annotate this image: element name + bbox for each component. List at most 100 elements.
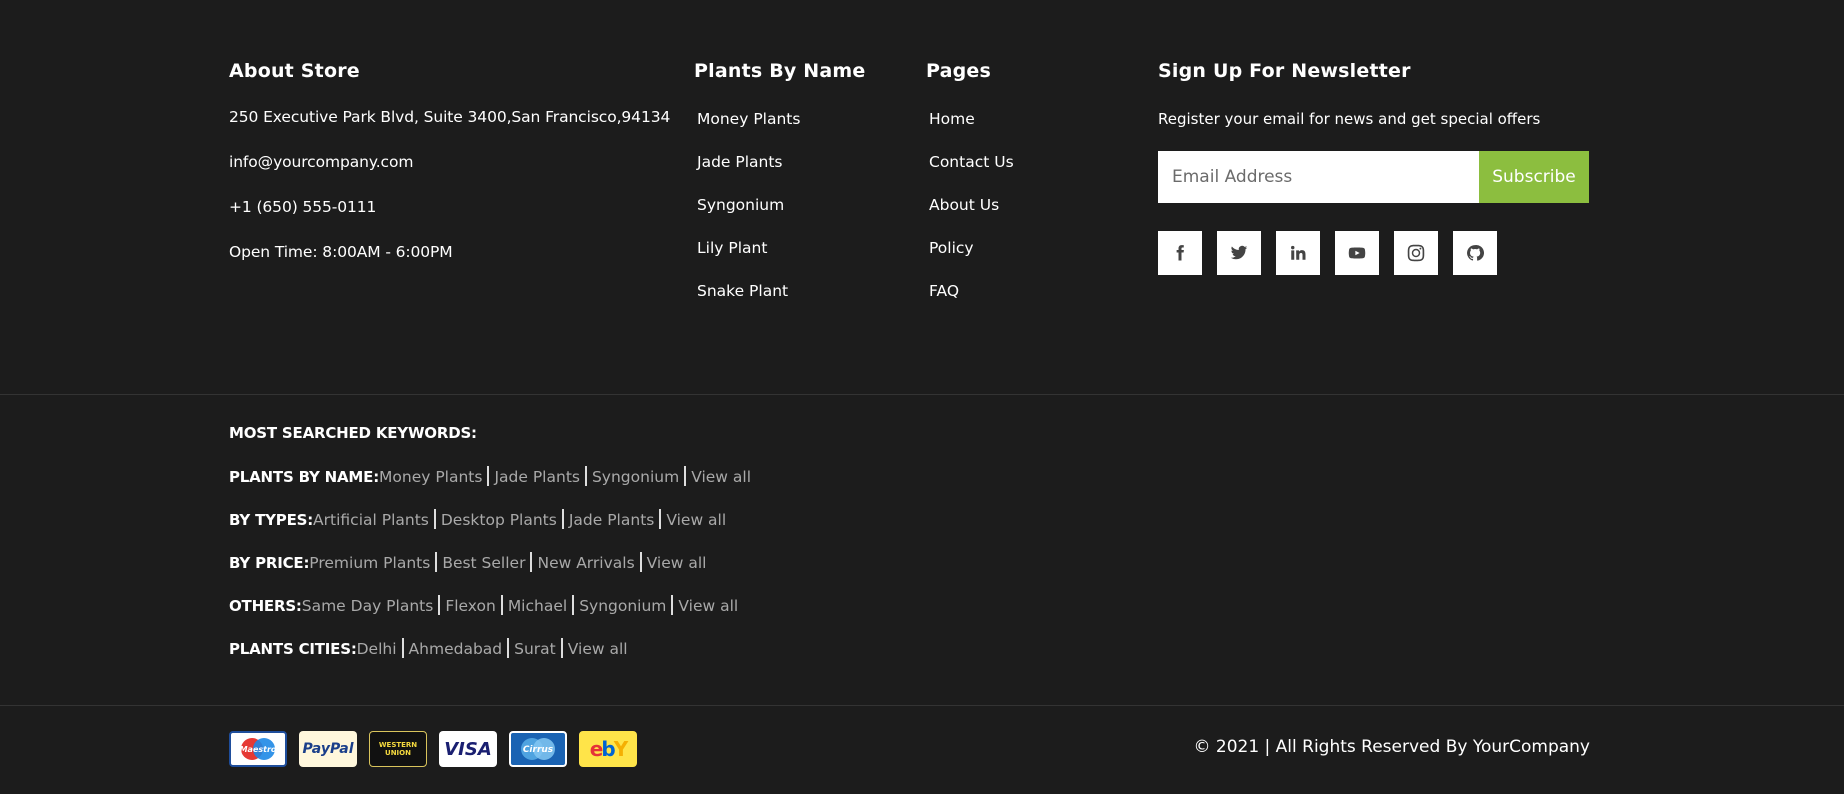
keyword-row-plants-cities: PLANTS CITIES:Delhi Ahmedabad Surat View al… (229, 638, 628, 658)
page-link-about-us[interactable]: About Us (929, 196, 999, 214)
newsletter-description: Register your email for news and get spe… (1158, 110, 1541, 128)
plant-link-snake-plant[interactable]: Snake Plant (697, 282, 788, 300)
separator (684, 466, 687, 486)
keyword-link[interactable]: Best Seller (442, 554, 525, 572)
page-link-faq[interactable]: FAQ (929, 282, 959, 300)
keyword-row-by-types: BY TYPES:Artificial Plants Desktop Plants… (229, 509, 726, 529)
separator (507, 638, 510, 658)
store-email: info@yourcompany.com (229, 153, 414, 171)
keyword-link[interactable]: Delhi (357, 640, 397, 658)
page-link-policy[interactable]: Policy (929, 239, 974, 257)
separator (487, 466, 490, 486)
keyword-row-label: PLANTS CITIES: (229, 640, 357, 658)
keyword-link[interactable]: Jade Plants (569, 511, 655, 529)
newsletter-section: Sign Up For Newsletter Register your ema… (1158, 60, 1589, 275)
plant-link-jade-plants[interactable]: Jade Plants (697, 153, 783, 171)
keyword-link[interactable]: Ahmedabad (409, 640, 503, 658)
instagram-icon (1407, 244, 1425, 262)
keyword-link[interactable]: Surat (514, 640, 556, 658)
youtube-link[interactable] (1335, 231, 1379, 275)
twitter-icon (1230, 245, 1248, 260)
plant-link-syngonium[interactable]: Syngonium (697, 196, 784, 214)
keyword-link[interactable]: New Arrivals (537, 554, 634, 572)
separator (433, 509, 436, 529)
keyword-link[interactable]: Syngonium (592, 468, 679, 486)
keyword-link[interactable]: Flexon (445, 597, 496, 615)
pages-section: Pages Home Contact Us About Us Policy FA… (926, 60, 1014, 300)
visa-icon: VISA (439, 731, 497, 767)
twitter-link[interactable] (1217, 231, 1261, 275)
separator (584, 466, 587, 486)
cirrus-icon: Cirrus (509, 731, 567, 767)
payment-methods: Maestro PayPal WESTERN UNION VISA Cirrus… (229, 731, 637, 767)
keyword-row-plants-by-name: PLANTS BY NAME:Money Plants Jade Plants Sy… (229, 466, 751, 486)
social-links (1158, 231, 1497, 275)
copyright-text: © 2021 | All Rights Reserved By YourComp… (1193, 737, 1590, 757)
svg-text:Cirrus: Cirrus (523, 745, 554, 755)
separator (572, 595, 575, 615)
subscribe-button[interactable]: Subscribe (1479, 151, 1589, 203)
keyword-link[interactable]: Jade Plants (494, 468, 580, 486)
plants-by-name-section: Plants By Name Money Plants Jade Plants … (694, 60, 866, 300)
view-all-link[interactable]: View all (666, 511, 726, 529)
separator (500, 595, 503, 615)
keyword-row-label: BY PRICE: (229, 554, 310, 572)
keyword-link[interactable]: Money Plants (379, 468, 482, 486)
footer-top: About Store 250 Executive Park Blvd, Sui… (0, 0, 1844, 394)
separator (530, 552, 533, 572)
view-all-link[interactable]: View all (691, 468, 751, 486)
keyword-row-others: OTHERS:Same Day Plants Flexon Michael Syngo… (229, 595, 738, 615)
newsletter-form: Subscribe (1158, 151, 1589, 203)
keyword-link[interactable]: Syngonium (579, 597, 666, 615)
store-address: 250 Executive Park Blvd, Suite 3400,San … (229, 108, 671, 126)
separator (438, 595, 441, 615)
keywords-heading: MOST SEARCHED KEYWORDS: (229, 424, 477, 442)
western-union-icon: WESTERN UNION (369, 731, 427, 767)
instagram-link[interactable] (1394, 231, 1438, 275)
keyword-row-label: PLANTS BY NAME: (229, 468, 380, 486)
keyword-row-label: OTHERS: (229, 597, 302, 615)
paypal-icon: PayPal (299, 731, 357, 767)
svg-text:Maestro: Maestro (240, 745, 277, 754)
footer-bottom: Maestro PayPal WESTERN UNION VISA Cirrus… (0, 706, 1844, 794)
facebook-link[interactable] (1158, 231, 1202, 275)
separator (659, 509, 662, 529)
keyword-link[interactable]: Desktop Plants (441, 511, 557, 529)
keyword-row-label: BY TYPES: (229, 511, 314, 529)
separator (671, 595, 674, 615)
separator (639, 552, 642, 572)
github-link[interactable] (1453, 231, 1497, 275)
separator (560, 638, 563, 658)
github-icon (1467, 245, 1484, 261)
store-phone: +1 (650) 555-0111 (229, 198, 377, 216)
keyword-row-by-price: BY PRICE:Premium Plants Best Seller New Ar… (229, 552, 706, 572)
plant-link-money-plants[interactable]: Money Plants (697, 110, 800, 128)
view-all-link[interactable]: View all (678, 597, 738, 615)
facebook-icon (1176, 245, 1184, 261)
pages-title: Pages (926, 60, 992, 82)
plants-by-name-title: Plants By Name (694, 60, 866, 82)
view-all-link[interactable]: View all (647, 554, 707, 572)
about-store-title: About Store (229, 60, 360, 82)
view-all-link[interactable]: View all (568, 640, 628, 658)
newsletter-title: Sign Up For Newsletter (1158, 60, 1411, 82)
keyword-link[interactable]: Michael (508, 597, 567, 615)
email-input[interactable] (1158, 151, 1479, 203)
page-link-contact-us[interactable]: Contact Us (929, 153, 1014, 171)
ebay-icon: ebY (579, 731, 637, 767)
maestro-icon: Maestro (229, 731, 287, 767)
separator (435, 552, 438, 572)
plant-link-lily-plant[interactable]: Lily Plant (697, 239, 767, 257)
linkedin-icon (1291, 245, 1306, 260)
page-link-home[interactable]: Home (929, 110, 975, 128)
keyword-link[interactable]: Artificial Plants (313, 511, 429, 529)
keyword-link[interactable]: Same Day Plants (302, 597, 434, 615)
keyword-link[interactable]: Premium Plants (309, 554, 430, 572)
youtube-icon (1348, 247, 1366, 259)
footer-divider-top (0, 394, 1844, 395)
separator (401, 638, 404, 658)
about-store-section: About Store 250 Executive Park Blvd, Sui… (229, 60, 670, 261)
store-hours: Open Time: 8:00AM - 6:00PM (229, 243, 453, 261)
separator (561, 509, 564, 529)
linkedin-link[interactable] (1276, 231, 1320, 275)
